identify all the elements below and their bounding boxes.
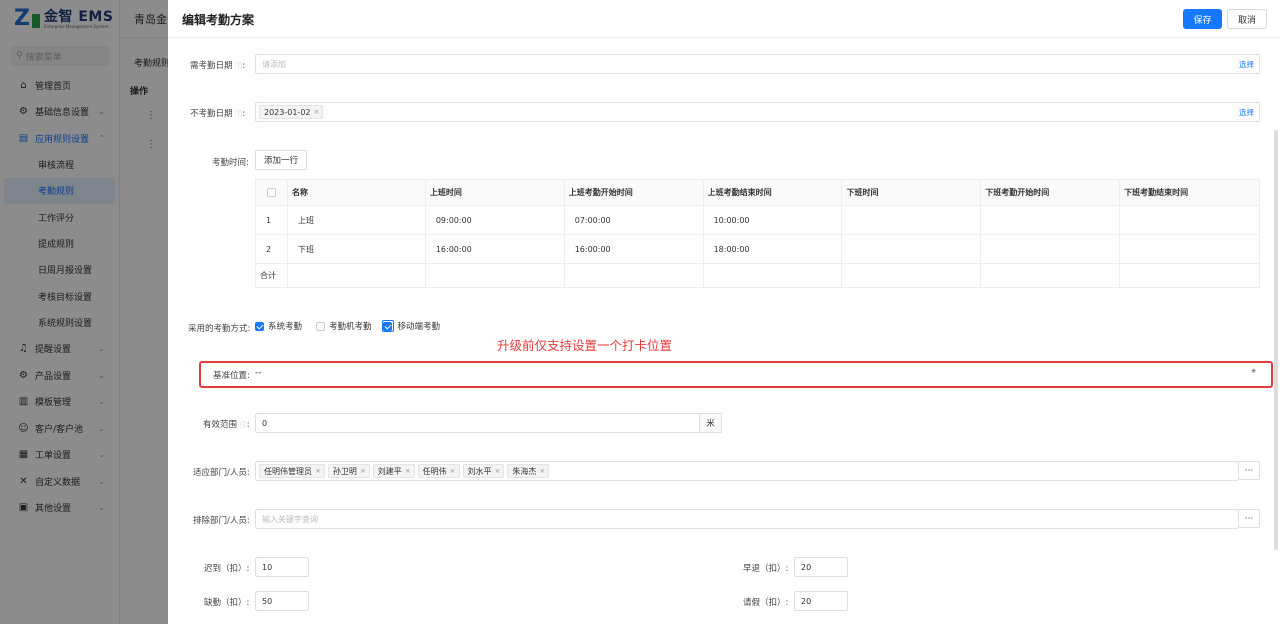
range-unit: 米 [699, 413, 722, 433]
dept-tag: 孙卫明 × [327, 464, 370, 478]
no-date-field[interactable]: 2023-01-02 × 选择 [255, 102, 1260, 122]
column-header: 名称 [286, 179, 426, 206]
early-input[interactable]: 20 [794, 557, 848, 577]
cancel-button[interactable]: 取消 [1227, 9, 1267, 29]
cell-time[interactable] [1119, 234, 1260, 264]
leave-input[interactable]: 20 [794, 591, 848, 611]
machine-method-label: 考勤机考勤 [329, 322, 372, 332]
dept-field[interactable]: 任明伟管理员 × 孙卫明 × 刘建平 × 任明伟 × 刘水平 × 朱海杰 × [255, 461, 1239, 481]
table-header: 名称 上班时间 上班考勤开始时间 上班考勤结束时间 下班时间 下班考勤开始时间 … [255, 179, 1260, 206]
cell-time[interactable] [980, 205, 1121, 235]
cell-time[interactable]: 07:00:00 [563, 205, 704, 235]
column-header: 上班考勤开始时间 [563, 179, 704, 206]
column-header: 下班考勤开始时间 [980, 179, 1121, 206]
dept-tag: 刘水平 × [462, 464, 505, 478]
edit-attendance-drawer: 编辑考勤方案 保存 取消 需考勤日期 ⓘ: 请添加 选择 不考勤日期 ⓘ: 20… [168, 0, 1280, 624]
late-input[interactable]: 10 [255, 557, 309, 577]
dept-label: 适应部门/人员: [193, 468, 250, 478]
scrollbar[interactable] [1274, 130, 1278, 550]
close-icon[interactable]: × [495, 467, 501, 475]
dept-tag: 刘建平 × [372, 464, 415, 478]
cell-time[interactable]: 16:00:00 [424, 234, 565, 264]
exclude-input[interactable]: 输入关键字查询 [255, 509, 1239, 529]
date-tag: 2023-01-02 × [259, 105, 324, 119]
cell-time[interactable] [841, 234, 982, 264]
dept-more-button[interactable]: ··· [1238, 461, 1260, 480]
range-label: 有效范围 ⓘ: [203, 420, 250, 430]
row-number: 2 [255, 234, 288, 264]
exclude-more-button[interactable]: ··· [1238, 509, 1260, 528]
dept-tag: 任明伟管理员 × [259, 464, 325, 478]
close-icon[interactable]: × [315, 467, 321, 475]
cell-time[interactable]: 16:00:00 [563, 234, 704, 264]
system-method-checkbox[interactable] [255, 321, 264, 331]
need-date-select-link[interactable]: 选择 [1239, 59, 1254, 70]
mobile-method-label: 移动端考勤 [397, 322, 441, 332]
table-row: 2 下班 16:00:00 16:00:00 18:00:00 [255, 234, 1260, 264]
mobile-method-checkbox-ring[interactable] [381, 320, 394, 332]
absent-label: 缺勤（扣）: [204, 598, 250, 608]
location-value[interactable]: -- [255, 368, 262, 378]
dept-tag: 朱海杰 × [507, 464, 550, 478]
help-icon: ⓘ [239, 421, 247, 429]
late-label: 迟到（扣）: [204, 564, 250, 574]
early-label: 早退（扣）: [743, 564, 789, 574]
exclude-label: 排除部门/人员: [193, 516, 250, 526]
close-icon[interactable]: × [360, 467, 366, 475]
cell-time[interactable]: 18:00:00 [702, 234, 843, 264]
save-button[interactable]: 保存 [1183, 9, 1222, 29]
close-icon[interactable]: × [450, 467, 456, 475]
time-label: 考勤时间: [212, 158, 249, 168]
location-pin-icon[interactable]: ⌖ [1251, 367, 1256, 377]
cell-time[interactable]: 09:00:00 [424, 205, 565, 235]
add-row-button[interactable]: 添加一行 [255, 150, 307, 170]
method-label: 采用的考勤方式: [188, 324, 251, 334]
table-summary-row: 合计 [255, 263, 1260, 288]
summary-label: 合计 [255, 263, 288, 288]
annotation-highlight-box [199, 361, 1273, 388]
drawer-header: 编辑考勤方案 保存 取消 [168, 0, 1280, 38]
cell-time[interactable] [980, 234, 1121, 264]
attendance-time-table: 名称 上班时间 上班考勤开始时间 上班考勤结束时间 下班时间 下班考勤开始时间 … [255, 179, 1260, 288]
need-date-label: 需考勤日期 ⓘ: [190, 61, 246, 71]
help-icon: ⓘ [235, 110, 243, 118]
location-label: 基准位置: [213, 371, 250, 381]
close-icon[interactable]: × [405, 467, 411, 475]
system-method-label: 系统考勤 [268, 322, 303, 332]
drawer-title: 编辑考勤方案 [182, 13, 255, 27]
method-options: 系统考勤 考勤机考勤 移动端考勤 [255, 320, 440, 332]
need-date-field[interactable]: 请添加 选择 [255, 54, 1260, 74]
help-icon: ⓘ [235, 62, 243, 70]
table-row: 1 上班 09:00:00 07:00:00 10:00:00 [255, 205, 1260, 235]
machine-method-checkbox[interactable] [316, 321, 326, 331]
column-header: 下班考勤结束时间 [1119, 179, 1260, 206]
annotation-text: 升级前仅支持设置一个打卡位置 [497, 338, 673, 353]
cell-time[interactable] [1119, 205, 1260, 235]
column-header: 上班考勤结束时间 [702, 179, 843, 206]
cell-name[interactable]: 上班 [286, 205, 426, 235]
absent-input[interactable]: 50 [255, 591, 309, 611]
cell-time[interactable] [841, 205, 982, 235]
close-icon[interactable]: × [314, 108, 320, 116]
dept-tag: 任明伟 × [417, 464, 460, 478]
cell-time[interactable]: 10:00:00 [702, 205, 843, 235]
no-date-label: 不考勤日期 ⓘ: [190, 109, 246, 119]
no-date-select-link[interactable]: 选择 [1239, 107, 1254, 118]
leave-label: 请假（扣）: [743, 598, 789, 608]
column-header: 上班时间 [424, 179, 565, 206]
select-all-checkbox[interactable] [267, 188, 276, 197]
close-icon[interactable]: × [539, 467, 545, 475]
row-number: 1 [255, 205, 288, 235]
range-input[interactable]: 0 [255, 413, 701, 433]
cell-name[interactable]: 下班 [286, 234, 426, 264]
column-header: 下班时间 [841, 179, 982, 206]
